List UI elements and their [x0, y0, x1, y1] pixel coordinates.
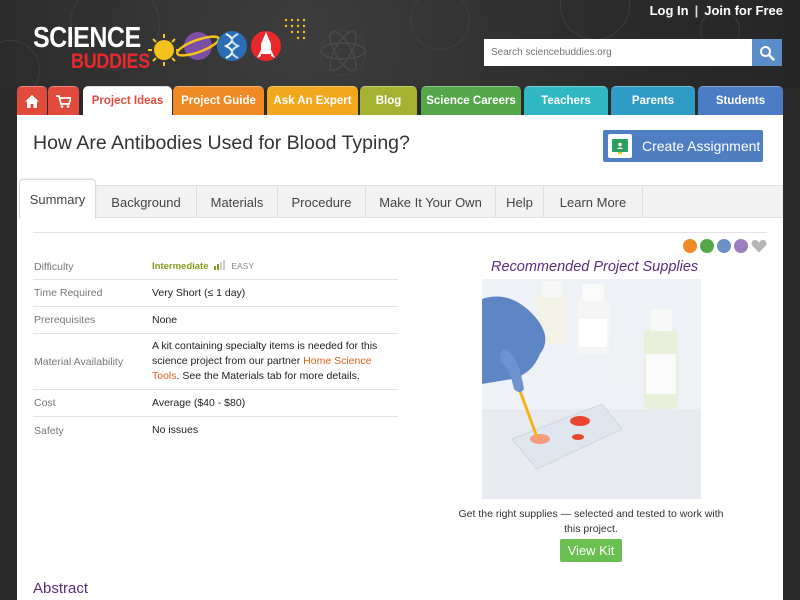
material-availability-value: A kit containing specialty items is need… — [152, 339, 398, 384]
tab-help[interactable]: Help — [496, 186, 544, 218]
tab-students[interactable]: Students — [698, 86, 783, 115]
row-prerequisites: Prerequisites None — [33, 307, 398, 334]
rss-icon[interactable] — [683, 239, 697, 253]
search-input[interactable] — [484, 39, 752, 66]
home-icon — [25, 94, 39, 108]
material-availability-label: Material Availability — [34, 355, 124, 368]
kit-product-image[interactable] — [482, 279, 701, 499]
difficulty-bars-icon — [214, 260, 226, 270]
main-content: How Are Antibodies Used for Blood Typing… — [17, 115, 783, 600]
home-tab[interactable] — [17, 86, 47, 115]
main-nav: Project Ideas Project Guide Ask An Exper… — [17, 86, 783, 115]
page-title: How Are Antibodies Used for Blood Typing… — [33, 132, 410, 154]
create-assignment-label: Create Assignment — [642, 138, 761, 154]
cart-tab[interactable] — [48, 86, 79, 115]
cost-label: Cost — [34, 397, 56, 409]
search-button[interactable] — [752, 39, 782, 66]
time-required-label: Time Required — [34, 287, 103, 299]
row-material-availability: Material Availability A kit containing s… — [33, 334, 398, 390]
divider — [33, 232, 767, 233]
recommended-supplies-title: Recommended Project Supplies — [491, 259, 699, 275]
tab-parents[interactable]: Parents — [611, 86, 695, 115]
tab-procedure[interactable]: Procedure — [278, 186, 366, 218]
abstract-heading: Abstract — [33, 580, 89, 597]
material-text-end: . See the Materials tab for more details… — [176, 370, 360, 382]
favorite-heart-icon[interactable] — [751, 239, 767, 253]
difficulty-value-cell: Intermediate EASY — [152, 259, 398, 274]
google-classroom-icon — [608, 134, 632, 158]
blood-typing-kit-illustration — [482, 279, 701, 499]
tab-background[interactable]: Background — [96, 186, 197, 218]
project-summary-table: Difficulty Intermediate EASY Time Requir… — [33, 254, 398, 444]
safety-label: Safety — [34, 424, 64, 437]
print-icon[interactable] — [717, 239, 731, 253]
cost-value: Average ($40 - $80) — [152, 396, 246, 409]
row-difficulty: Difficulty Intermediate EASY — [33, 254, 398, 280]
atom-doodle-icon — [320, 30, 366, 72]
email-icon[interactable] — [734, 239, 748, 253]
tab-science-careers[interactable]: Science Careers — [421, 86, 521, 115]
difficulty-easy-label: EASY — [231, 261, 255, 271]
search-icon — [760, 45, 775, 61]
tab-make-it-your-own[interactable]: Make It Your Own — [366, 186, 496, 218]
difficulty-value: Intermediate — [152, 261, 209, 272]
safety-value: No issues — [152, 424, 199, 436]
tab-ask-an-expert[interactable]: Ask An Expert — [267, 86, 358, 115]
separator: | — [694, 3, 699, 18]
logo-buddies-text: BUDDIES — [71, 48, 150, 73]
search-bar — [484, 39, 782, 66]
view-kit-button[interactable]: View Kit — [560, 539, 622, 562]
share-icons — [683, 239, 767, 253]
site-logo[interactable]: SCIENCE BUDDIES — [33, 18, 306, 78]
tab-learn-more[interactable]: Learn More — [544, 186, 643, 218]
project-subtabs: Summary Background Materials Procedure M… — [19, 179, 783, 219]
prerequisites-value: None — [152, 313, 178, 326]
row-time-required: Time Required Very Short (≤ 1 day) — [33, 280, 398, 307]
logo-science-icons — [148, 18, 306, 66]
tab-summary[interactable]: Summary — [19, 179, 96, 219]
login-link[interactable]: Log In — [650, 3, 689, 18]
prerequisites-label: Prerequisites — [34, 314, 96, 326]
row-cost: Cost Average ($40 - $80) — [33, 390, 398, 417]
row-safety: Safety No issues — [33, 417, 398, 444]
cart-icon — [56, 94, 71, 108]
cart-share-icon[interactable] — [700, 239, 714, 253]
time-required-value: Very Short (≤ 1 day) — [152, 286, 246, 299]
difficulty-label: Difficulty — [34, 260, 74, 273]
tab-teachers[interactable]: Teachers — [524, 86, 608, 115]
join-link[interactable]: Join for Free — [704, 3, 783, 18]
supplies-caption: Get the right supplies — selected and te… — [458, 508, 724, 535]
tab-blog[interactable]: Blog — [360, 86, 417, 115]
tab-project-guide[interactable]: Project Guide — [173, 86, 264, 115]
tab-project-ideas[interactable]: Project Ideas — [83, 86, 172, 115]
create-assignment-button[interactable]: Create Assignment — [603, 130, 763, 162]
account-links: Log In | Join for Free — [650, 3, 783, 18]
tab-materials[interactable]: Materials — [197, 186, 278, 218]
